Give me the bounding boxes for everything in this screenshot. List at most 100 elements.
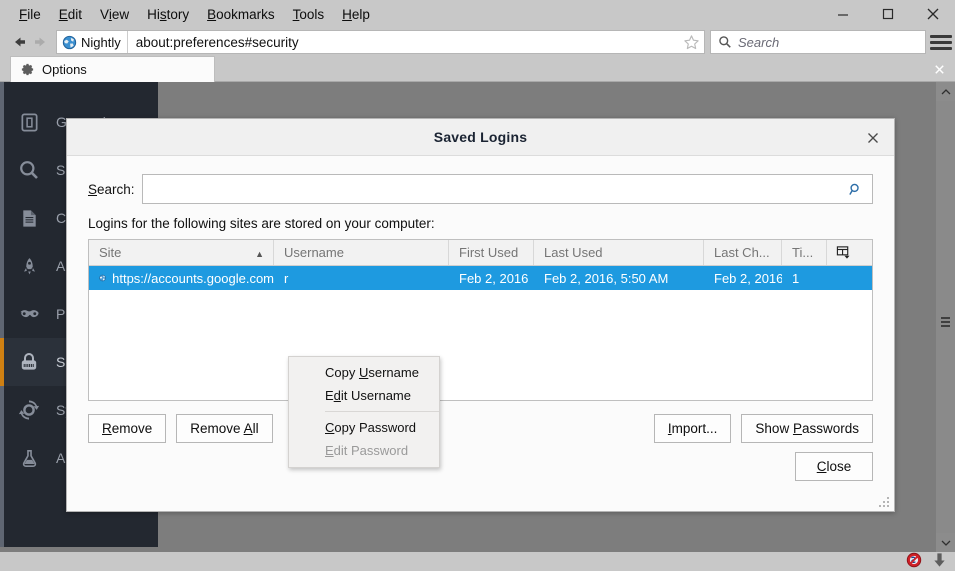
menu-bookmarks[interactable]: Bookmarks [198,4,284,25]
import-button[interactable]: Import... [653,414,732,443]
page-scrollbar[interactable] [936,82,955,552]
tab-label: Options [42,62,87,77]
content-area: General Search Content Applications [0,82,955,552]
url-bar[interactable]: Nightly about:preferences#security [56,30,705,54]
remove-all-button-label: Remove All [190,421,259,436]
gear-icon [21,63,34,76]
context-menu-item-label: Copy Username [325,365,419,380]
minimize-icon[interactable] [820,0,865,28]
tab-options[interactable]: Options [10,56,215,82]
menu-file[interactable]: File [10,4,50,25]
magnifier-icon[interactable] [846,182,864,197]
menu-help[interactable]: Help [333,4,379,25]
column-header-label: First Used [459,245,519,260]
identity-box[interactable]: Nightly [57,31,128,53]
identity-label: Nightly [81,34,121,50]
close-icon[interactable] [910,0,955,28]
cell-first-used: Feb 2, 2016 [459,270,529,286]
dialog-titlebar: Saved Logins [67,119,894,156]
context-menu-item-label: Copy Password [325,420,417,435]
no-entry-icon[interactable] [906,552,922,571]
close-button[interactable]: Close [795,452,873,481]
column-header-times-used[interactable]: Ti... [782,240,827,265]
globe-icon [99,274,106,282]
window-controls [820,0,955,28]
menu-tools[interactable]: Tools [284,4,334,25]
context-menu-item-edit-password: Edit Password [289,439,439,462]
context-menu-item-copy-password[interactable]: Copy Password [289,416,439,439]
back-arrow-icon[interactable] [8,29,30,55]
forward-arrow-icon[interactable] [30,29,52,55]
column-header-last-used[interactable]: Last Used [534,240,704,265]
column-header-site[interactable]: Site ▲ [89,240,274,265]
status-bar [0,552,955,570]
tab-close-icon[interactable] [931,61,947,77]
cell-site-text: https://accounts.google.com [112,270,274,286]
menu-help-label: Help [342,6,370,22]
column-header-username[interactable]: Username [274,240,449,265]
search-input-field[interactable] [148,180,846,198]
search-input[interactable] [141,174,873,204]
menu-edit[interactable]: Edit [50,4,91,25]
show-passwords-button-label: Show Passwords [755,421,859,436]
column-header-label: Site [99,245,122,260]
logins-table: Site ▲ Username First Used Last Used Las… [88,239,873,401]
sync-icon [16,397,42,423]
flask-icon [16,445,42,471]
search-icon [16,157,42,183]
menu-view-label: View [100,6,130,22]
column-header-last-changed[interactable]: Last Ch... [704,240,782,265]
maximize-icon[interactable] [865,0,910,28]
mask-icon [16,301,42,327]
table-header-row: Site ▲ Username First Used Last Used Las… [89,240,872,266]
resize-grip-icon[interactable] [879,497,890,508]
menu-view[interactable]: View [91,4,138,25]
remove-button-label: Remove [102,421,153,436]
search-bar[interactable]: Search [710,30,926,54]
import-button-label: Import... [667,421,718,436]
cell-last-changed: Feb 2, 2016 [714,270,782,286]
dialog-close-row: Close [88,452,873,481]
menu-history-label: History [147,6,190,22]
scroll-up-arrow-icon[interactable] [936,82,955,101]
table-row[interactable]: https://accounts.google.com r Feb 2, 201… [89,266,872,290]
remove-button[interactable]: Remove [88,414,167,443]
browser-window: File Edit View History Bookmarks Tools H… [0,0,955,570]
search-icon [719,36,731,48]
column-header-label: Last Ch... [714,245,770,260]
star-icon[interactable] [678,34,704,51]
menu-edit-label: Edit [58,6,83,22]
saved-logins-dialog: Saved Logins Search: Logins for the foll… [66,118,895,512]
globe-icon [62,35,77,49]
status-bar-icons [906,552,947,570]
close-icon[interactable] [862,127,884,149]
show-passwords-button[interactable]: Show Passwords [741,414,873,443]
column-header-label: Username [284,245,344,260]
menu-history[interactable]: History [138,4,198,25]
scroll-down-arrow-icon[interactable] [936,533,955,552]
url-text[interactable]: about:preferences#security [128,35,678,50]
menu-tools-label: Tools [292,6,325,22]
search-label: Search: [88,181,135,197]
dialog-hint-text: Logins for the following sites are store… [88,216,435,231]
dialog-right-buttons: Import... Show Passwords [653,414,873,443]
context-menu-item-edit-username[interactable]: Edit Username [289,384,439,407]
column-header-first-used[interactable]: First Used [449,240,534,265]
scrollbar-grip-icon [941,317,950,327]
column-header-label: Ti... [792,245,814,260]
cell-times-used: 1 [792,270,800,286]
hamburger-menu-icon[interactable] [930,31,952,53]
context-menu: Copy Username Edit Username Copy Passwor… [288,356,440,468]
scrollbar-track[interactable] [936,101,955,533]
menu-file-label: File [19,6,41,22]
tab-strip: Options [0,56,955,82]
scrollbar-thumb[interactable] [936,101,955,505]
column-picker-icon[interactable] [827,240,860,265]
context-menu-item-copy-username[interactable]: Copy Username [289,361,439,384]
dialog-search-row: Search: [88,174,873,204]
cell-username: r [284,270,289,286]
remove-all-button[interactable]: Remove All [176,414,273,443]
download-arrow-icon[interactable] [932,552,947,571]
dialog-left-buttons: Remove Remove All [88,414,273,443]
content-icon [16,205,42,231]
